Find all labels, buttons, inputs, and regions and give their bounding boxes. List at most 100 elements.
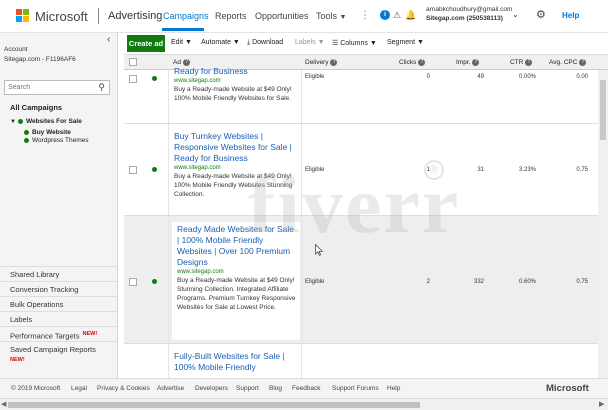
- horizontal-scrollbar[interactable]: ◀ ▶: [0, 398, 608, 410]
- account-chevron-icon[interactable]: ⌄: [512, 10, 519, 19]
- labels-menu[interactable]: Labels ▼: [295, 39, 325, 46]
- column-divider: [168, 344, 169, 378]
- clicks-cell: 0: [426, 74, 430, 80]
- link-labels[interactable]: Labels: [0, 311, 117, 326]
- info-icon[interactable]: i: [380, 10, 390, 20]
- footer-link-advertise[interactable]: Advertise: [157, 385, 184, 392]
- adgroup-wordpress-themes[interactable]: Wordpress Themes: [24, 137, 88, 144]
- help-icon[interactable]: ?: [418, 59, 426, 66]
- status-active-icon: [24, 137, 29, 143]
- ad-preview: Fully-Built Websites for Sale | 100% Mob…: [174, 351, 300, 373]
- ad-title-link[interactable]: Buy Turnkey Websites | Responsive Websit…: [174, 131, 300, 164]
- col-delivery[interactable]: Delivery?: [305, 59, 338, 66]
- scrollbar-thumb[interactable]: [8, 402, 420, 408]
- gear-icon[interactable]: ⚙: [536, 8, 546, 21]
- nav-tools[interactable]: Tools ▼: [316, 11, 346, 21]
- ads-table: Ad? Delivery? Clicks? Impr.? CTR? Avg. C…: [124, 54, 608, 378]
- table-row[interactable]: Fully-Built Websites for Sale | 100% Mob…: [124, 344, 608, 378]
- account-name[interactable]: Sitegap.com (250538113): [426, 15, 503, 22]
- col-ctr[interactable]: CTR?: [510, 59, 533, 66]
- ad-title-link[interactable]: Ready Made Websites for Sale | 100% Mobi…: [177, 224, 297, 268]
- mouse-cursor-icon: [315, 244, 323, 256]
- ad-description: Buy a Ready-made Website at $49 Only! St…: [177, 277, 296, 311]
- cpc-cell: 0.00: [576, 74, 588, 80]
- brand-name[interactable]: Microsoft: [35, 9, 88, 24]
- nav-campaigns[interactable]: Campaigns: [163, 11, 209, 21]
- status-active-icon: [17, 118, 23, 124]
- adgroup-buy-website[interactable]: Buy Website: [24, 129, 71, 136]
- ad-title-link[interactable]: Ready for Business: [174, 66, 300, 77]
- warning-icon[interactable]: ⚠: [392, 10, 402, 20]
- microsoft-logo-icon[interactable]: [16, 9, 30, 23]
- help-icon[interactable]: ?: [579, 59, 587, 66]
- ad-preview: Buy Turnkey Websites | Responsive Websit…: [174, 131, 300, 199]
- help-link[interactable]: Help: [562, 11, 579, 20]
- nav-opportunities[interactable]: Opportunities: [255, 11, 309, 21]
- product-name[interactable]: Advertising: [108, 10, 162, 22]
- row-checkbox[interactable]: [129, 75, 137, 83]
- collapse-panel-icon[interactable]: ‹: [107, 34, 110, 45]
- row-checkbox[interactable]: [129, 278, 137, 286]
- help-icon[interactable]: ?: [330, 59, 338, 66]
- ad-url: www.sitegap.com: [174, 78, 221, 84]
- footer-link-legal[interactable]: Legal: [71, 385, 87, 392]
- footer-link-feedback[interactable]: Feedback: [292, 385, 321, 392]
- help-icon[interactable]: ?: [525, 59, 533, 66]
- scroll-right-icon[interactable]: ▶: [599, 400, 604, 408]
- footer-link-developers[interactable]: Developers: [195, 385, 228, 392]
- col-clicks[interactable]: Clicks?: [399, 59, 426, 67]
- ad-title-link[interactable]: Fully-Built Websites for Sale | 100% Mob…: [174, 351, 300, 373]
- scroll-left-icon[interactable]: ◀: [1, 400, 6, 408]
- chevron-down-icon: ▼: [339, 14, 347, 21]
- link-performance-targets[interactable]: Performance Targets NEW!: [0, 326, 117, 341]
- automate-menu[interactable]: Automate ▼: [201, 39, 240, 46]
- download-button[interactable]: ⤓ Download: [247, 39, 283, 47]
- col-impr[interactable]: Impr.?: [456, 59, 480, 66]
- campaign-search-input[interactable]: [5, 81, 95, 94]
- left-links: Shared Library Conversion Tracking Bulk …: [0, 266, 117, 367]
- table-row[interactable]: Buy Turnkey Websites | Responsive Websit…: [124, 124, 608, 216]
- edit-label: Edit: [171, 39, 184, 46]
- link-saved-campaign-reports[interactable]: Saved Campaign Reports NEW!: [0, 341, 117, 367]
- segment-menu[interactable]: Segment ▼: [387, 39, 424, 46]
- row-checkbox[interactable]: [129, 166, 137, 174]
- nav-active-underline: [162, 28, 204, 31]
- footer-link-privacy[interactable]: Privacy & Cookies: [97, 385, 150, 392]
- bell-icon[interactable]: 🔔: [405, 10, 416, 20]
- link-conversion-tracking[interactable]: Conversion Tracking: [0, 281, 117, 296]
- vertical-scrollbar[interactable]: [598, 70, 608, 378]
- footer-link-support[interactable]: Support: [236, 385, 259, 392]
- col-label: Clicks: [399, 59, 417, 67]
- create-ad-button[interactable]: Create ad: [127, 35, 165, 52]
- search-icon[interactable]: ⚲: [98, 82, 105, 93]
- select-all-checkbox[interactable]: [129, 58, 137, 66]
- table-row[interactable]: Ready Made Websites for Sale | 100% Mobi…: [124, 216, 608, 344]
- status-active-icon: [24, 129, 29, 135]
- ctr-cell: 3.23%: [518, 167, 536, 173]
- help-icon[interactable]: ?: [472, 59, 480, 66]
- table-row[interactable]: Ready for Business www.sitegap.com Buy a…: [124, 66, 608, 124]
- expand-triangle-icon[interactable]: ▼: [10, 119, 16, 125]
- account-email[interactable]: arnabkchoudhury@gmail.com: [426, 6, 512, 13]
- help-icon[interactable]: ?: [182, 59, 190, 66]
- campaign-websites-for-sale[interactable]: ▼ Websites For Sale: [10, 118, 82, 125]
- col-avg-cpc[interactable]: Avg. CPC?: [549, 59, 587, 66]
- status-active-icon: [152, 279, 157, 284]
- columns-menu[interactable]: ☰ Columns ▼: [332, 39, 377, 47]
- nav-reports[interactable]: Reports: [215, 11, 247, 21]
- footer-link-help[interactable]: Help: [387, 385, 400, 392]
- campaign-label: Websites For Sale: [25, 118, 82, 125]
- account-value[interactable]: Sitegap.com - F1196AF6: [4, 56, 76, 63]
- link-bulk-operations[interactable]: Bulk Operations: [0, 296, 117, 311]
- all-campaigns-link[interactable]: All Campaigns: [10, 103, 62, 112]
- more-options-icon[interactable]: ⋮: [360, 10, 370, 21]
- ad-url: www.sitegap.com: [177, 269, 224, 275]
- account-label: Account: [4, 46, 28, 53]
- footer-link-blog[interactable]: Blog: [269, 385, 282, 392]
- nav-tools-label: Tools: [316, 11, 338, 21]
- column-divider: [301, 344, 302, 378]
- scrollbar-thumb[interactable]: [600, 80, 606, 140]
- link-shared-library[interactable]: Shared Library: [0, 266, 117, 281]
- edit-menu[interactable]: Edit ▼: [171, 39, 192, 46]
- footer-link-support-forums[interactable]: Support Forums: [332, 385, 379, 392]
